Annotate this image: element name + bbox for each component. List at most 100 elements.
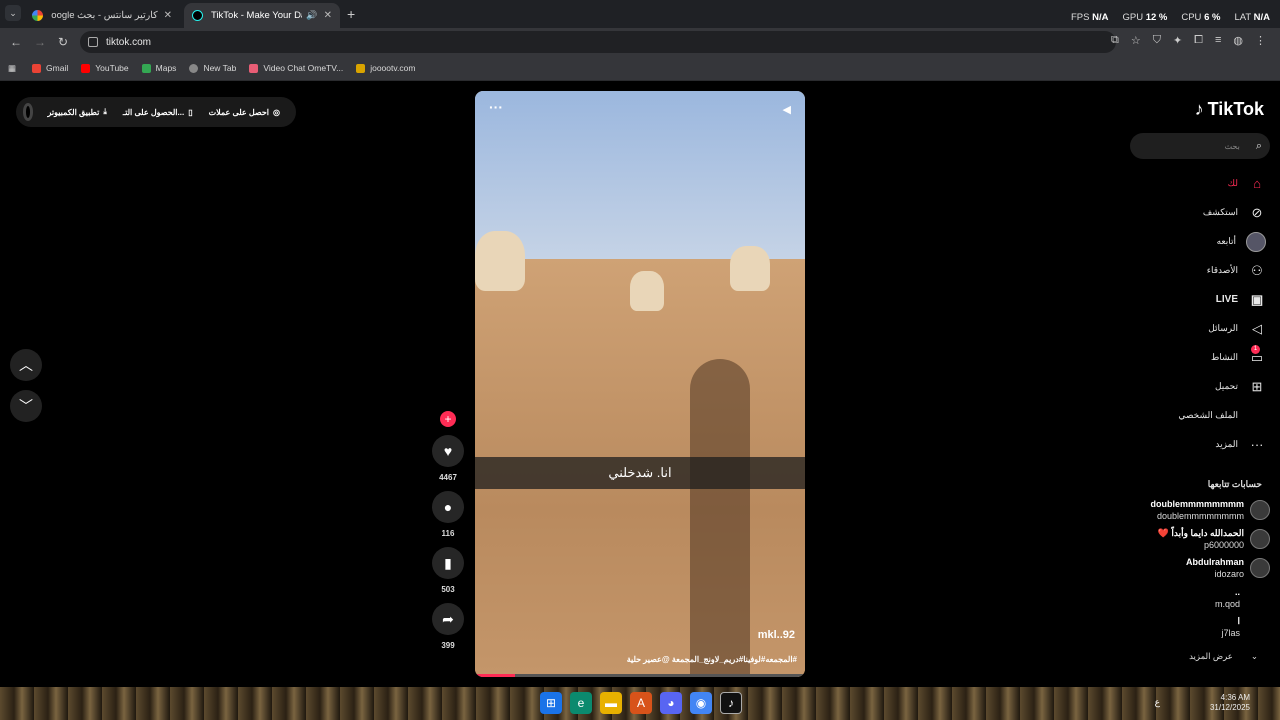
speaker-icon[interactable]: 🔊 [306,10,317,21]
sidebar-item-live[interactable]: LIVE ▣ [1216,285,1266,314]
sidebar-item-messages[interactable]: الرسائل ◁ [1208,314,1266,343]
bookmark-ometv[interactable]: Video Chat OmeTV... [249,63,343,73]
bookmark-maps[interactable]: Maps [141,63,177,73]
bookmark-icon: ▮ [444,554,452,571]
sidebar-item-profile[interactable]: الملف الشخصي [1178,401,1266,430]
discord-icon[interactable]: ◕ [660,692,682,714]
follow-plus-button[interactable]: + [440,411,456,427]
bookmark-joooo[interactable]: jooootv.com [356,63,415,73]
live-icon: ▣ [1250,291,1264,307]
tiktok-page: تطبيق الكمبيوتر ⤓ الحصول على التـ... ▯ احص… [0,81,1280,687]
app-icon[interactable]: A [630,692,652,714]
sidebar-item-more[interactable]: المزيد ··· [1215,430,1266,459]
following-account[interactable]: Abdulrahman idozaro [1186,556,1270,580]
avatar [1250,529,1270,549]
desktop-app-button[interactable]: تطبيق الكمبيوتر ⤓ [47,107,106,117]
input-language[interactable]: ع [1155,697,1160,708]
caption-text: انا. شدخلني [608,465,672,480]
see-more-button[interactable]: عرض المزيد ⌄ [1189,651,1258,662]
bookmark-newtab[interactable]: New Tab [189,63,236,73]
following-account[interactable]: .. m.qod [1215,586,1240,610]
sidebar-item-following[interactable]: أتابعه [1217,227,1266,256]
following-accounts-title: حسابات تتابعها [1207,479,1262,489]
comment-button[interactable]: ● [432,491,464,523]
share-button[interactable]: ➦ [432,603,464,635]
maps-icon [141,63,151,73]
nav-label: أتابعه [1216,236,1236,246]
send-icon: ◁ [1252,320,1262,336]
sidebar-item-friends[interactable]: الأصدقاء ⚇ [1207,256,1266,285]
video-author[interactable]: mkl..92 [758,629,795,641]
sidebar-item-explore[interactable]: استكشف ⊘ [1203,198,1266,227]
chevron-down-icon: ⌄ [1250,651,1258,661]
account-handle: j7las [1221,628,1240,638]
get-coins-button[interactable]: احصل على عملات ◎ [209,108,280,117]
tab-tiktok[interactable]: TikTok - Make Your Day 🔊 ✕ [184,3,340,28]
tiktok-taskbar-icon[interactable]: ♪ [720,692,742,714]
forward-icon[interactable]: → [34,35,46,49]
globe-icon [189,63,199,73]
sound-icon[interactable]: ◀ [783,103,791,116]
following-account[interactable]: الحمدالله دايما وأبداً ❤️ p6000000 [1158,527,1270,551]
see-more-label: عرض المزيد [1189,651,1233,661]
heart-icon: ♥ [443,443,453,459]
tab-search-button[interactable]: ⌄ [5,5,21,21]
video-progress[interactable] [475,674,805,677]
apps-icon[interactable]: ▦ [8,63,16,74]
promo-label: الحصول على التـ... [122,107,185,117]
bookmark-label: Gmail [46,63,69,73]
search-input[interactable]: بحث ⌕ [1130,133,1270,159]
account-handle: doublemmmmmmmm [1156,511,1244,521]
next-video-button[interactable]: ﹀ [10,390,42,422]
upload-icon: ⊞ [1251,378,1263,394]
bookmark-gmail[interactable]: Gmail [32,63,68,73]
edge-icon[interactable]: e [570,692,592,714]
profile-icon[interactable]: ◍ [1233,34,1243,47]
sidebar-item-for-you[interactable]: لك ⌂ [1228,169,1266,198]
puzzle-icon[interactable]: ⧠ [1194,34,1203,47]
get-app-button[interactable]: الحصول على التـ... ▯ [123,108,193,117]
folder-icon[interactable]: ▬ [600,692,622,714]
media-icon[interactable]: ≡ [1215,34,1221,47]
shield-icon[interactable]: ⛉ [1153,34,1161,47]
video-player[interactable]: انا. شدخلني ··· ◀ mkl..92 #المجمعه#لوفين… [475,91,805,677]
search-icon[interactable]: ⌕ [1256,140,1262,153]
bookmark-label: Maps [155,63,177,73]
reload-icon[interactable]: ↻ [58,35,68,49]
close-icon[interactable]: ✕ [164,10,172,21]
save-button[interactable]: ▮ [432,547,464,579]
account-handle: idozaro [1214,569,1244,579]
following-account[interactable]: ﺍ j7las [1221,615,1240,639]
previous-video-button[interactable]: ︿ [10,349,42,381]
like-button[interactable]: ♥ [432,435,464,467]
progress-fill [475,674,515,677]
youtube-icon [81,63,91,73]
loading-ring-icon [23,103,34,121]
sidebar-item-upload[interactable]: تحميل ⊞ [1215,372,1266,401]
bookmark-youtube[interactable]: YouTube [81,63,129,73]
address-bar[interactable]: tiktok.com [80,31,1116,53]
tiktok-logo[interactable]: ♪ TikTok [1195,99,1264,120]
video-description[interactable]: #المجمعه#لوفينا#دريم_لاونج_المجمعة @عصير… [627,655,797,664]
windows-start-icon[interactable]: ⊞ [540,692,562,714]
share-count: 399 [441,641,455,650]
gmail-icon [32,63,42,73]
comment-count: 116 [441,529,455,538]
close-icon[interactable]: ✕ [324,10,332,21]
extension-icon[interactable]: ✦ [1173,34,1182,47]
nav-label: الأصدقاء [1206,265,1238,275]
account-name: Abdulrahman [1185,557,1244,567]
tab-google-search[interactable]: كارتير سانتس - بحث Google ✕ [24,3,180,28]
install-app-icon[interactable]: ⧉ [1111,34,1119,47]
following-account[interactable]: doublemmmmmmmm doublemmmmmmmm [1150,498,1270,522]
bookmark-star-icon[interactable]: ☆ [1131,34,1141,47]
back-icon[interactable]: ← [10,35,22,49]
taskbar-icons: ⊞ e ▬ A ◕ ◉ ♪ [540,692,742,714]
chrome-icon[interactable]: ◉ [690,692,712,714]
menu-icon[interactable]: ⋮ [1255,34,1266,47]
new-tab-button[interactable]: + [347,6,355,22]
more-options-icon[interactable]: ··· [489,99,503,115]
site-info-icon[interactable] [88,37,98,47]
bookmark-label: YouTube [95,63,129,73]
toolbar-right-icons: ⧉ ☆ ⛉ ✦ ⧠ ≡ ◍ ⋮ [1111,34,1266,47]
